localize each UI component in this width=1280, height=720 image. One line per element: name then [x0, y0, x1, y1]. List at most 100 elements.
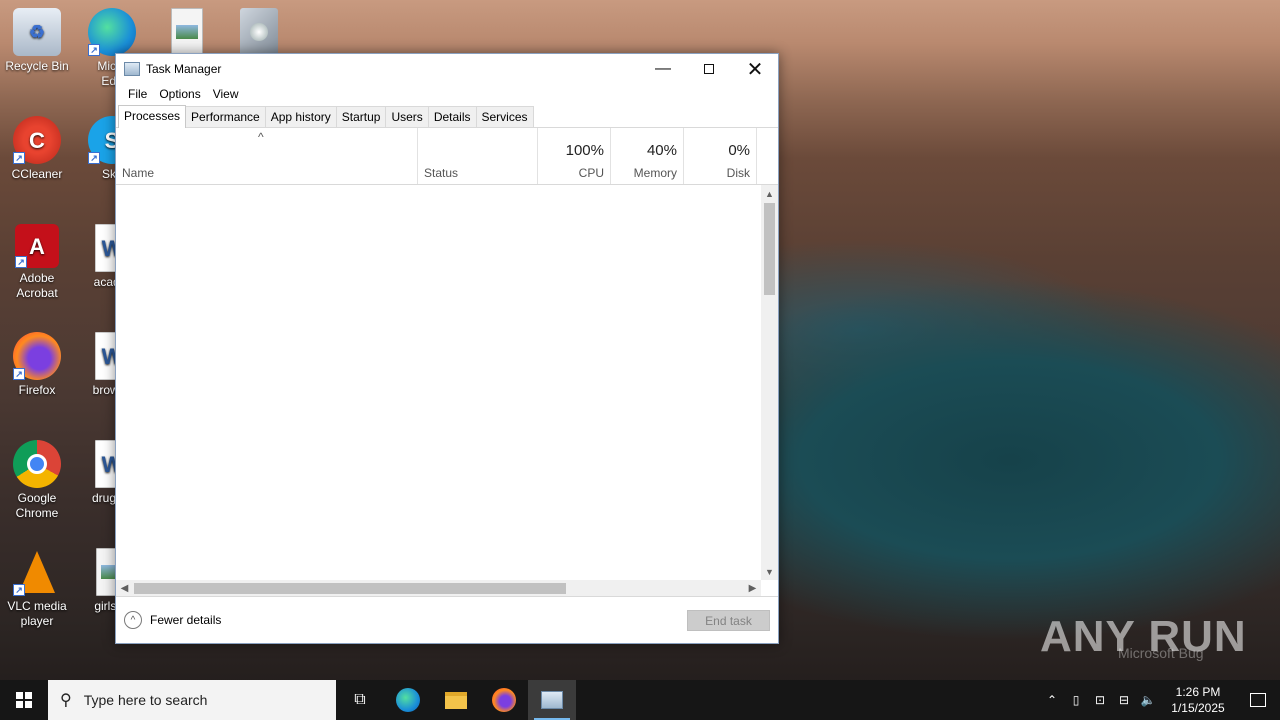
column-header-name[interactable]: ^ Name [116, 128, 418, 184]
task-view-icon: ⧉ [354, 691, 366, 708]
scroll-down-arrow-icon[interactable]: ▼ [761, 563, 778, 580]
start-button[interactable] [0, 680, 48, 720]
column-header-cpu[interactable]: 100% CPU [538, 128, 611, 184]
desktop-icon-installer[interactable] [222, 8, 296, 59]
column-status-label: Status [424, 166, 459, 180]
notification-center-button[interactable] [1236, 693, 1280, 707]
column-header-memory[interactable]: 40% Memory [611, 128, 684, 184]
scroll-right-arrow-icon[interactable]: ▶ [744, 580, 761, 597]
firefox-icon [492, 688, 516, 712]
scroll-left-arrow-icon[interactable]: ◀ [116, 580, 133, 597]
clock[interactable]: 1:26 PM 1/15/2025 [1160, 684, 1236, 716]
system-tray: ⌃ ▯ ⊡ ⊟ 🔈 1:26 PM 1/15/2025 [1040, 680, 1280, 720]
folder-icon [445, 691, 467, 709]
memory-percent: 40% [646, 142, 677, 159]
taskbar-edge-button[interactable] [384, 680, 432, 720]
desktop-icon-label: CCleaner [11, 167, 63, 181]
tab-startup[interactable]: Startup [335, 106, 387, 127]
desktop-icon-recycle-bin[interactable]: ♻ Recycle Bin [0, 8, 74, 74]
horizontal-scrollbar[interactable]: ◀ ▶ [116, 580, 761, 597]
maximize-button[interactable] [686, 54, 732, 84]
window-footer: ^ Fewer details End task [116, 596, 778, 643]
tab-app-history[interactable]: App history [264, 106, 337, 127]
scroll-up-arrow-icon[interactable]: ▲ [761, 185, 778, 202]
vertical-scrollbar[interactable]: ▲ ▼ [761, 185, 778, 580]
column-header-disk[interactable]: 0% Disk [684, 128, 757, 184]
clock-date: 1/15/2025 [1171, 701, 1225, 715]
taskbar-firefox-button[interactable] [480, 680, 528, 720]
chrome-icon [13, 440, 61, 488]
network-icon[interactable]: ⊟ [1112, 693, 1136, 707]
vertical-scroll-thumb[interactable] [764, 203, 775, 295]
windows-logo-icon [16, 692, 32, 708]
desktop-icon-label: Firefox [18, 383, 56, 397]
column-header-row: ^ Name Status 100% CPU 40% Memory 0% Dis… [116, 128, 778, 185]
fewer-details-label: Fewer details [150, 613, 222, 627]
desktop-icon-label: Adobe Acrobat [16, 271, 58, 300]
column-name-label: Name [122, 166, 155, 180]
column-disk-label: Disk [726, 166, 750, 180]
image-file-icon [171, 8, 203, 56]
desktop-icon-adobe-acrobat[interactable]: A ↗ Adobe Acrobat [0, 224, 74, 301]
recycle-bin-icon: ♻ [13, 8, 61, 56]
ccleaner-icon: C ↗ [13, 116, 61, 164]
title-bar[interactable]: Task Manager — ✕ [116, 54, 778, 84]
close-button[interactable]: ✕ [732, 54, 778, 84]
menu-file[interactable]: File [122, 87, 153, 101]
task-manager-window: Task Manager — ✕ File Options View Proce… [115, 53, 779, 644]
watermark-subtext: Microsoft Bug [1118, 645, 1204, 661]
tab-performance[interactable]: Performance [185, 106, 266, 127]
edge-icon [396, 688, 420, 712]
desktop-icon-firefox[interactable]: ↗ Firefox [0, 332, 74, 398]
maximize-icon [704, 64, 714, 74]
column-cpu-label: CPU [578, 166, 604, 180]
tab-details[interactable]: Details [427, 106, 477, 127]
search-placeholder: Type here to search [83, 692, 208, 708]
tab-strip: Processes Performance App history Startu… [116, 104, 778, 128]
chevron-up-icon: ^ [124, 611, 142, 629]
edge-icon: ↗ [88, 8, 136, 56]
menu-view[interactable]: View [207, 87, 245, 101]
disk-percent: 0% [728, 142, 750, 159]
clock-time: 1:26 PM [1175, 685, 1221, 699]
menu-options[interactable]: Options [153, 87, 206, 101]
desktop-icon-label: Recycle Bin [5, 59, 69, 73]
desktop-icon-ccleaner[interactable]: C ↗ CCleaner [0, 116, 74, 182]
menu-bar: File Options View [116, 84, 778, 104]
task-manager-icon [124, 62, 140, 76]
fewer-details-button[interactable]: ^ Fewer details [124, 611, 221, 629]
show-hidden-icons-chevron-icon[interactable]: ⌃ [1040, 693, 1064, 707]
minimize-button[interactable]: — [640, 54, 686, 84]
tab-users[interactable]: Users [385, 106, 429, 127]
vlc-icon: ↗ [13, 548, 61, 596]
minimize-icon: — [655, 60, 671, 77]
tab-processes[interactable]: Processes [118, 105, 187, 128]
sort-ascending-icon: ^ [258, 130, 264, 144]
taskbar-task-manager-button[interactable] [528, 680, 576, 720]
meet-now-icon[interactable]: ⊡ [1088, 693, 1112, 707]
taskbar-file-explorer-button[interactable] [432, 680, 480, 720]
end-task-button[interactable]: End task [687, 610, 770, 631]
desktop-icon-vlc[interactable]: ↗ VLC media player [0, 548, 74, 629]
desktop-icon-image-file[interactable] [150, 8, 224, 59]
notification-icon [1250, 693, 1266, 707]
search-icon: ⚲ [60, 692, 72, 709]
installer-icon [240, 8, 278, 56]
task-manager-icon [541, 691, 563, 709]
horizontal-scroll-thumb[interactable] [134, 583, 566, 594]
desktop-icon-label: VLC media player [7, 599, 67, 628]
tablet-icon[interactable]: ▯ [1064, 693, 1088, 707]
task-view-button[interactable]: ⧉ [336, 680, 384, 720]
firefox-icon: ↗ [13, 332, 61, 380]
column-header-status[interactable]: Status [418, 128, 538, 184]
column-memory-label: Memory [633, 166, 677, 180]
taskbar-search-box[interactable]: ⚲ Type here to search [48, 680, 336, 720]
desktop-icon-label: Google Chrome [15, 491, 59, 520]
close-icon: ✕ [746, 58, 764, 81]
acrobat-icon: A ↗ [15, 224, 59, 268]
desktop-icon-google-chrome[interactable]: Google Chrome [0, 440, 74, 521]
process-list[interactable]: ▲ ▼ ◀ ▶ [116, 185, 778, 597]
taskbar: ⚲ Type here to search ⧉ ⌃ ▯ ⊡ ⊟ 🔈 1:26 P… [0, 680, 1280, 720]
volume-icon[interactable]: 🔈 [1136, 693, 1160, 707]
tab-services[interactable]: Services [475, 106, 534, 127]
